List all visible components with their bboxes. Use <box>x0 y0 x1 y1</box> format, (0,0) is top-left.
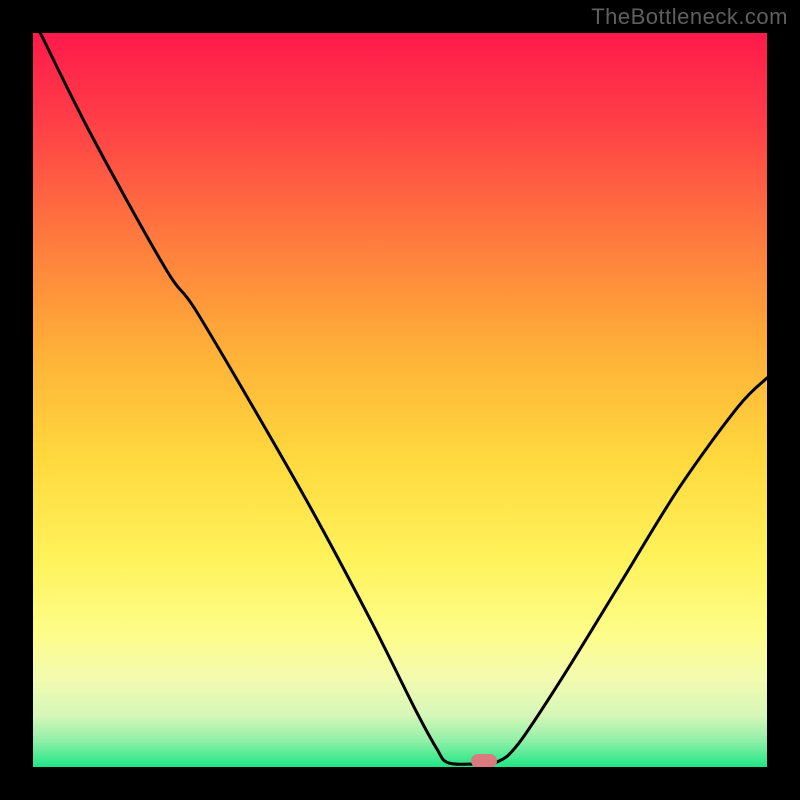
chart-frame: TheBottleneck.com <box>0 0 800 800</box>
watermark-text: TheBottleneck.com <box>591 4 788 30</box>
plot-area <box>33 33 767 767</box>
bottleneck-curve <box>33 33 767 767</box>
optimal-marker <box>471 754 497 767</box>
